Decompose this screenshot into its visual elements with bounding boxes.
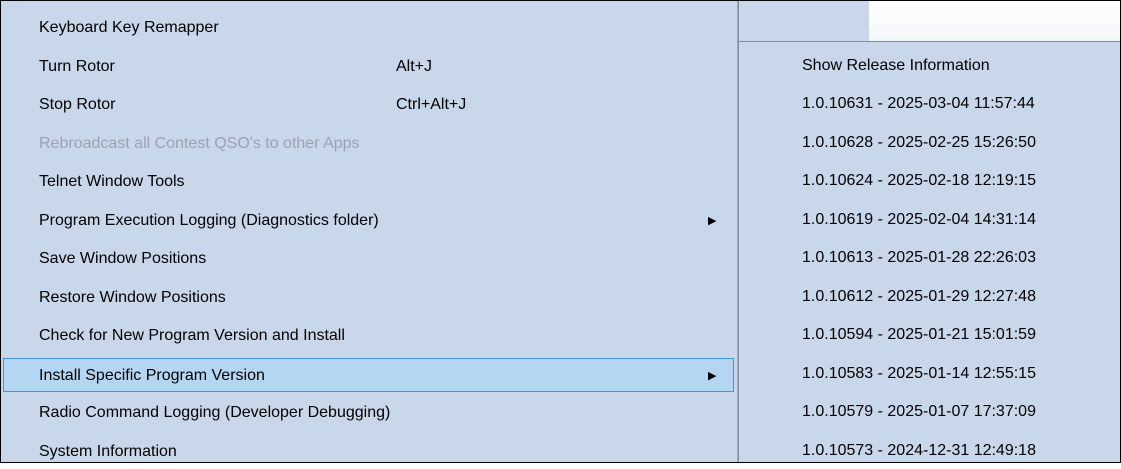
menu-item-restore-window-positions[interactable]: Restore Window Positions <box>3 281 734 315</box>
menu-item-label: System Information <box>39 443 177 460</box>
menu-item-turn-rotor[interactable]: Turn Rotor Alt+J <box>3 50 734 84</box>
menu-item-keyboard-key-remapper[interactable]: Keyboard Key Remapper <box>3 11 734 45</box>
submenu-item-version[interactable]: 1.0.10624 - 2025-02-18 12:19:15 <box>739 164 1119 198</box>
submenu-item-show-release-information[interactable]: Show Release Information <box>739 49 1119 83</box>
menu-item-label: Install Specific Program Version <box>39 367 265 384</box>
menu-item-label: Radio Command Logging (Developer Debuggi… <box>39 404 391 421</box>
submenu-item-label: Show Release Information <box>802 57 990 74</box>
submenu-item-label: 1.0.10612 - 2025-01-29 12:27:48 <box>802 288 1036 305</box>
window-title-area <box>868 1 1120 41</box>
menu-item-check-new-version[interactable]: Check for New Program Version and Instal… <box>3 319 734 353</box>
menu-item-rebroadcast-contest-qsos: Rebroadcast all Contest QSO's to other A… <box>3 127 734 161</box>
submenu-item-version[interactable]: 1.0.10612 - 2025-01-29 12:27:48 <box>739 280 1119 314</box>
menu-item-stop-rotor[interactable]: Stop Rotor Ctrl+Alt+J <box>3 88 734 122</box>
submenu-item-label: 1.0.10594 - 2025-01-21 15:01:59 <box>802 326 1036 343</box>
submenu-item-label: 1.0.10631 - 2025-03-04 11:57:44 <box>802 95 1035 112</box>
main-menu: Keyboard Key Remapper Turn Rotor Alt+J S… <box>1 1 738 463</box>
menu-item-shortcut: Alt+J <box>396 58 433 75</box>
menu-item-label: Check for New Program Version and Instal… <box>39 327 345 344</box>
menu-item-label: Program Execution Logging (Diagnostics f… <box>39 212 379 229</box>
submenu-arrow-icon: ▶ <box>708 215 717 227</box>
submenu-item-version[interactable]: 1.0.10619 - 2025-02-04 14:31:14 <box>739 203 1119 237</box>
menu-item-label: Save Window Positions <box>39 250 207 267</box>
submenu-item-version[interactable]: 1.0.10613 - 2025-01-28 22:26:03 <box>739 241 1119 275</box>
menu-item-save-window-positions[interactable]: Save Window Positions <box>3 242 734 276</box>
submenu-item-label: 1.0.10579 - 2025-01-07 17:37:09 <box>802 403 1036 420</box>
menu-item-install-specific-version[interactable]: Install Specific Program Version ▶ <box>3 358 734 392</box>
submenu-item-version[interactable]: 1.0.10631 - 2025-03-04 11:57:44 <box>739 87 1119 121</box>
menu-item-telnet-window-tools[interactable]: Telnet Window Tools <box>3 165 734 199</box>
submenu-item-version[interactable]: 1.0.10579 - 2025-01-07 17:37:09 <box>739 395 1119 429</box>
submenu-item-version[interactable]: 1.0.10628 - 2025-02-25 15:26:50 <box>739 126 1119 160</box>
submenu-item-label: 1.0.10613 - 2025-01-28 22:26:03 <box>802 249 1036 266</box>
submenu-item-version[interactable]: 1.0.10594 - 2025-01-21 15:01:59 <box>739 318 1119 352</box>
menu-item-label: Telnet Window Tools <box>39 173 185 190</box>
menu-item-radio-command-logging[interactable]: Radio Command Logging (Developer Debuggi… <box>3 396 734 430</box>
submenu-item-label: 1.0.10624 - 2025-02-18 12:19:15 <box>802 172 1036 189</box>
submenu-arrow-icon: ▶ <box>708 370 717 382</box>
menu-item-shortcut: Ctrl+Alt+J <box>396 96 467 113</box>
menu-item-system-information[interactable]: System Information <box>3 435 734 469</box>
menu-item-label: Restore Window Positions <box>39 289 226 306</box>
menu-item-label: Rebroadcast all Contest QSO's to other A… <box>39 135 360 152</box>
menu-item-label: Keyboard Key Remapper <box>39 19 219 36</box>
menu-item-label: Stop Rotor <box>39 96 116 113</box>
menu-item-label: Turn Rotor <box>39 58 115 75</box>
submenu-item-version[interactable]: 1.0.10583 - 2025-01-14 12:55:15 <box>739 357 1119 391</box>
install-version-submenu: Show Release Information 1.0.10631 - 202… <box>738 41 1120 463</box>
submenu-item-label: 1.0.10583 - 2025-01-14 12:55:15 <box>802 365 1036 382</box>
submenu-item-label: 1.0.10628 - 2025-02-25 15:26:50 <box>802 134 1036 151</box>
submenu-item-label: 1.0.10619 - 2025-02-04 14:31:14 <box>802 211 1036 228</box>
menu-item-program-execution-logging[interactable]: Program Execution Logging (Diagnostics f… <box>3 204 734 238</box>
window-tab[interactable] <box>738 1 868 41</box>
